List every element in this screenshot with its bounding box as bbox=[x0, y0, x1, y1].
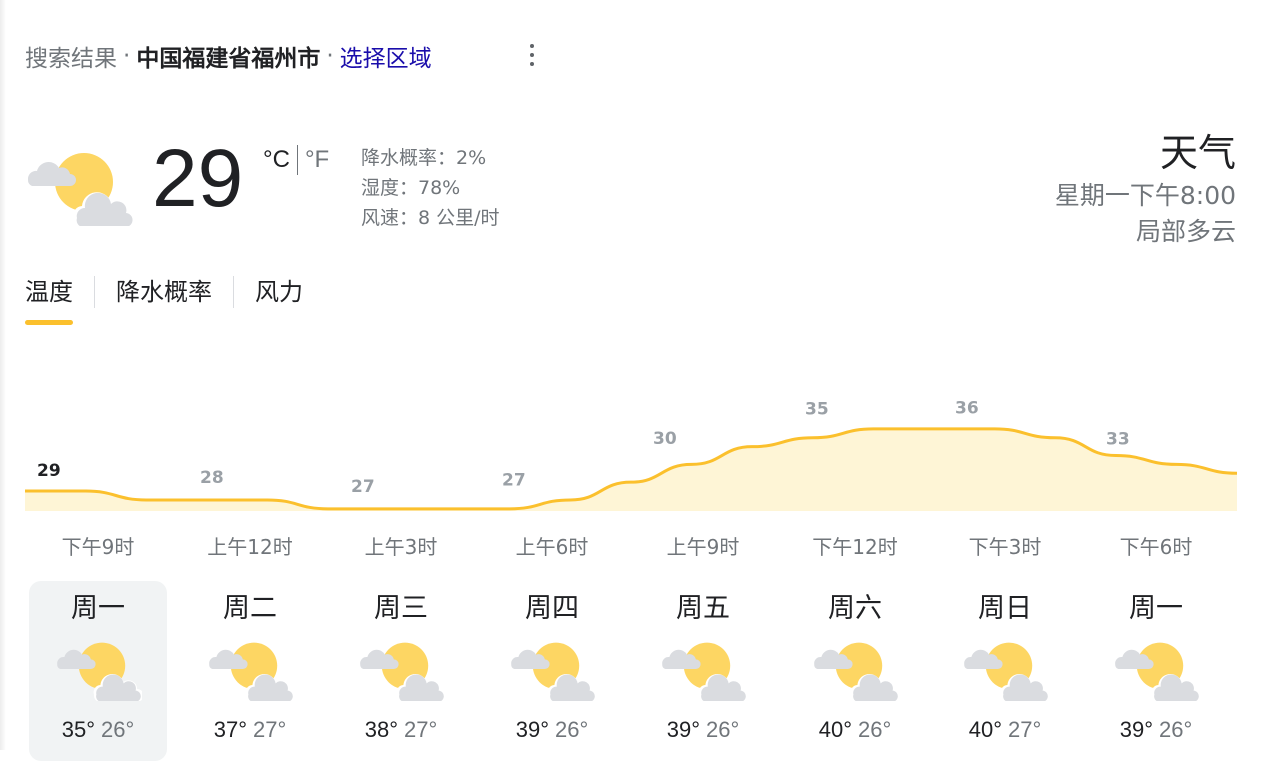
choose-region-link[interactable]: 选择区域 bbox=[340, 39, 432, 73]
forecast-tabs: 温度 降水概率 风力 bbox=[25, 272, 303, 328]
hour-tick-label: 下午12时 bbox=[812, 535, 898, 559]
day-temperatures: 35° 26° bbox=[29, 713, 167, 747]
partly-cloudy-icon bbox=[511, 642, 596, 701]
high-temperature: 35° bbox=[61, 717, 95, 742]
day-card[interactable]: 周二 37° 27° bbox=[181, 581, 319, 761]
high-temperature: 39° bbox=[515, 717, 549, 742]
weather-summary: 天气 星期一下午8:00 局部多云 bbox=[1055, 128, 1236, 250]
temperature-data-label: 29 bbox=[37, 461, 61, 481]
fahrenheit-button[interactable]: °F bbox=[305, 146, 329, 174]
tab-divider bbox=[233, 276, 234, 308]
day-card[interactable]: 周五 39° 26° bbox=[634, 581, 772, 761]
page-edge-shadow bbox=[0, 0, 6, 750]
separator-dot: · bbox=[326, 43, 334, 69]
weather-title: 天气 bbox=[1159, 131, 1236, 175]
hour-tick-label: 下午6时 bbox=[1119, 535, 1193, 559]
temperature-data-label: 27 bbox=[351, 477, 375, 497]
hour-tick-label: 下午9时 bbox=[61, 535, 135, 559]
day-name: 周一 bbox=[71, 593, 125, 624]
tab-temperature[interactable]: 温度 bbox=[25, 272, 73, 325]
low-temperature: 27° bbox=[404, 717, 438, 742]
partly-cloudy-icon bbox=[814, 642, 899, 701]
day-temperatures: 40° 27° bbox=[936, 713, 1074, 747]
search-results-label: 搜索结果 bbox=[25, 46, 117, 72]
partly-cloudy-icon bbox=[662, 642, 747, 701]
day-card[interactable]: 周日 40° 27° bbox=[936, 581, 1074, 761]
current-condition: 局部多云 bbox=[1135, 217, 1236, 246]
precipitation-text: 降水概率：2% bbox=[361, 147, 487, 169]
day-temperatures: 39° 26° bbox=[634, 713, 772, 747]
partly-cloudy-icon bbox=[964, 642, 1049, 701]
hour-tick-label: 上午3时 bbox=[364, 535, 438, 559]
day-temperatures: 39° 26° bbox=[1087, 713, 1225, 747]
location-name: 中国福建省福州市 bbox=[136, 46, 321, 72]
location-header: 搜索结果 · 中国福建省福州市 · 选择区域 bbox=[25, 36, 432, 76]
more-options-icon[interactable] bbox=[522, 40, 542, 70]
hour-tick-label: 上午6时 bbox=[515, 535, 589, 559]
high-temperature: 37° bbox=[213, 717, 247, 742]
day-card[interactable]: 周一 35° 26° bbox=[29, 581, 167, 761]
day-name: 周四 bbox=[525, 593, 579, 624]
temperature-data-label: 27 bbox=[502, 471, 526, 491]
day-card[interactable]: 周六 40° 26° bbox=[786, 581, 924, 761]
low-temperature: 26° bbox=[858, 717, 892, 742]
partly-cloudy-icon bbox=[209, 642, 294, 701]
low-temperature: 27° bbox=[253, 717, 287, 742]
low-temperature: 26° bbox=[706, 717, 740, 742]
day-name: 周一 bbox=[1129, 593, 1183, 624]
day-card[interactable]: 周三 38° 27° bbox=[332, 581, 470, 761]
temperature-data-label: 33 bbox=[1106, 429, 1130, 449]
partly-cloudy-icon bbox=[1115, 642, 1200, 701]
current-datetime: 星期一下午8:00 bbox=[1054, 181, 1236, 210]
tab-divider bbox=[94, 276, 95, 308]
day-card[interactable]: 周一 39° 26° bbox=[1087, 581, 1225, 761]
humidity-text: 湿度：78% bbox=[361, 177, 461, 199]
day-temperatures: 37° 27° bbox=[181, 713, 319, 747]
low-temperature: 26° bbox=[555, 717, 589, 742]
day-name: 周三 bbox=[374, 593, 428, 624]
hourly-temperature-chart: 29 28 27 27 30 35 36 33 bbox=[25, 398, 1238, 511]
weather-details: 降水概率：2% 湿度：78% 风速：8 公里/时 bbox=[361, 143, 500, 233]
partly-cloudy-icon bbox=[57, 642, 142, 701]
low-temperature: 26° bbox=[101, 717, 135, 742]
partly-cloudy-icon bbox=[360, 642, 445, 701]
high-temperature: 38° bbox=[364, 717, 398, 742]
celsius-button[interactable]: °C bbox=[263, 146, 290, 174]
hour-axis: 下午9时 上午12时 上午3时 上午6时 上午9时 下午12时 下午3时 下午6时 bbox=[0, 530, 1280, 564]
temperature-data-label: 35 bbox=[805, 400, 829, 420]
temperature-data-label: 30 bbox=[653, 429, 677, 449]
unit-switch: °C °F bbox=[263, 145, 329, 175]
day-card[interactable]: 周四 39° 26° bbox=[483, 581, 621, 761]
hour-tick-label: 下午3时 bbox=[968, 535, 1042, 559]
wind-text: 风速：8 公里/时 bbox=[361, 207, 500, 229]
day-temperatures: 40° 26° bbox=[786, 713, 924, 747]
day-name: 周日 bbox=[978, 593, 1032, 624]
unit-divider bbox=[296, 145, 298, 175]
tab-precipitation[interactable]: 降水概率 bbox=[116, 272, 212, 312]
day-name: 周五 bbox=[676, 593, 730, 624]
day-name: 周二 bbox=[223, 593, 277, 624]
high-temperature: 40° bbox=[818, 717, 852, 742]
temperature-data-label: 28 bbox=[200, 468, 224, 488]
hour-tick-label: 上午12时 bbox=[207, 535, 293, 559]
day-temperatures: 38° 27° bbox=[332, 713, 470, 747]
current-temperature: 29 bbox=[152, 133, 244, 224]
temperature-data-label: 36 bbox=[955, 398, 979, 418]
tab-wind[interactable]: 风力 bbox=[255, 272, 303, 312]
day-temperatures: 39° 26° bbox=[483, 713, 621, 747]
partly-cloudy-night-icon bbox=[27, 153, 136, 226]
high-temperature: 39° bbox=[666, 717, 700, 742]
day-name: 周六 bbox=[828, 593, 882, 624]
hour-tick-label: 上午9时 bbox=[666, 535, 740, 559]
high-temperature: 39° bbox=[1119, 717, 1153, 742]
low-temperature: 27° bbox=[1008, 717, 1042, 742]
high-temperature: 40° bbox=[968, 717, 1002, 742]
low-temperature: 26° bbox=[1159, 717, 1193, 742]
separator-dot: · bbox=[123, 43, 131, 69]
